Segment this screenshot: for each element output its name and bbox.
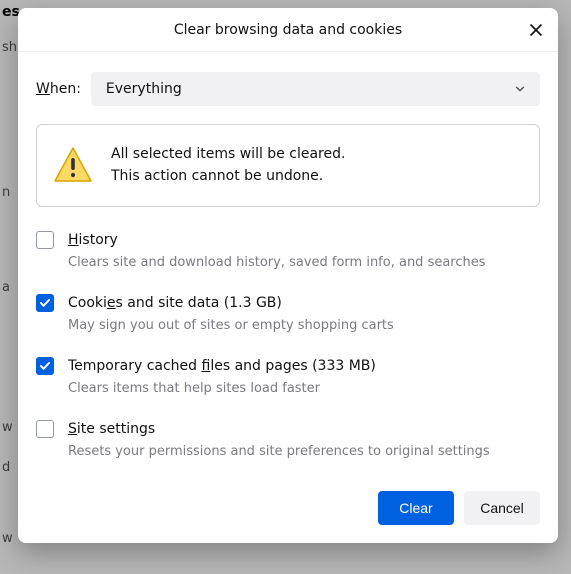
clear-browsing-data-dialog: Clear browsing data and cookies When: Ev… <box>18 8 558 543</box>
close-icon <box>528 22 544 38</box>
option-cache: Temporary cached files and pages (333 MB… <box>36 357 540 396</box>
option-description: May sign you out of sites or empty shopp… <box>68 318 540 333</box>
option-label: Cookies and site data (1.3 GB) <box>68 295 282 311</box>
dialog-body: When: Everything All selected items will… <box>18 52 558 483</box>
dialog-title: Clear browsing data and cookies <box>174 22 402 38</box>
warning-icon <box>53 146 93 184</box>
option-cookies: Cookies and site data (1.3 GB) May sign … <box>36 294 540 333</box>
cache-checkbox[interactable] <box>36 357 54 375</box>
cookies-checkbox[interactable] <box>36 294 54 312</box>
option-description: Clears items that help sites load faster <box>68 381 540 396</box>
option-label: History <box>68 232 118 248</box>
when-label: When: <box>36 81 81 97</box>
option-description: Resets your permissions and site prefere… <box>68 444 540 459</box>
clear-button[interactable]: Clear <box>378 491 454 525</box>
time-range-row: When: Everything <box>36 72 540 106</box>
option-label: Temporary cached files and pages (333 MB… <box>68 358 376 374</box>
option-description: Clears site and download history, saved … <box>68 255 540 270</box>
dialog-footer: Clear Cancel <box>18 483 558 543</box>
option-label: Site settings <box>68 421 155 437</box>
chevron-down-icon <box>513 82 527 96</box>
time-range-dropdown[interactable]: Everything <box>91 72 540 106</box>
dialog-header: Clear browsing data and cookies <box>18 8 558 52</box>
cancel-button[interactable]: Cancel <box>464 491 540 525</box>
option-history: History Clears site and download history… <box>36 231 540 270</box>
warning-alert: All selected items will be cleared. This… <box>36 124 540 207</box>
option-site-settings: Site settings Resets your permissions an… <box>36 420 540 459</box>
close-button[interactable] <box>524 18 548 42</box>
history-checkbox[interactable] <box>36 231 54 249</box>
dropdown-selected-value: Everything <box>106 81 182 97</box>
warning-text: All selected items will be cleared. This… <box>111 143 345 188</box>
site-settings-checkbox[interactable] <box>36 420 54 438</box>
options-list: History Clears site and download history… <box>36 231 540 459</box>
